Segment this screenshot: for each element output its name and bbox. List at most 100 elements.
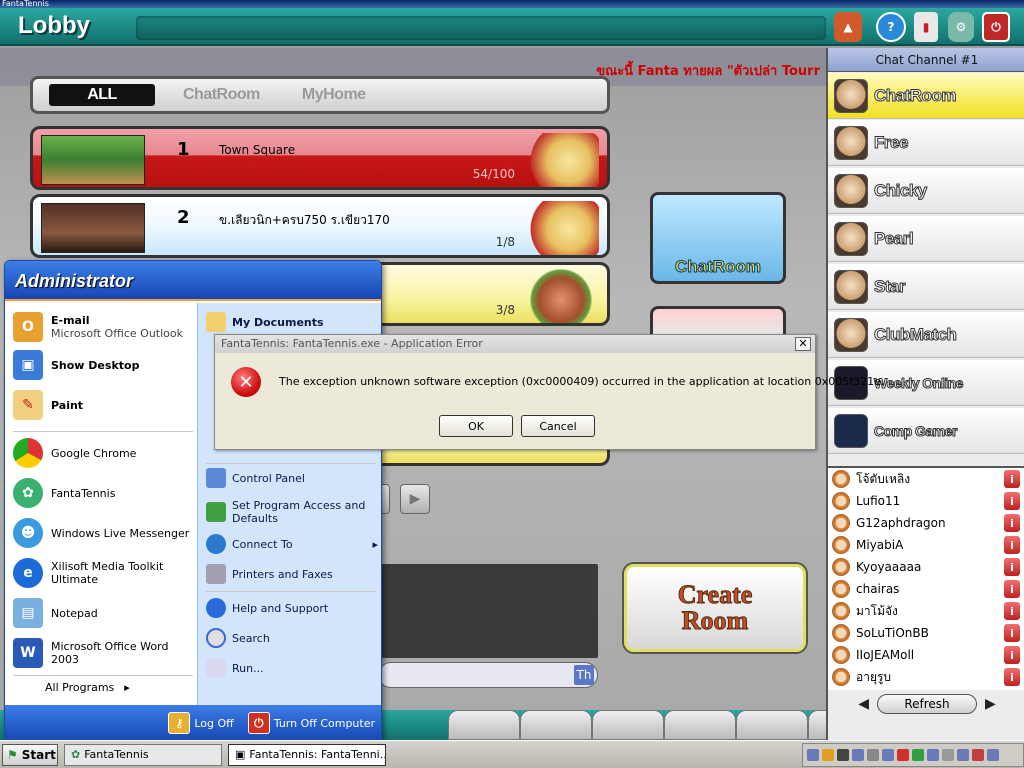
- help-icon[interactable]: ?: [876, 12, 906, 42]
- taskbar-item-fantatennis[interactable]: ✿ FantaTennis: [64, 743, 222, 766]
- start-item-title: Show Desktop: [51, 358, 140, 372]
- tab-myhome[interactable]: MyHome: [288, 84, 380, 106]
- network-icon[interactable]: [867, 749, 879, 761]
- start-item-email[interactable]: O E-mail Microsoft Office Outlook: [13, 309, 197, 345]
- tray-icon[interactable]: [957, 749, 969, 761]
- start-item-messenger[interactable]: ☻ Windows Live Messenger: [13, 515, 197, 551]
- user-info-icon[interactable]: i: [1004, 624, 1020, 642]
- user-avatar-icon: [832, 668, 850, 686]
- megaphone-icon[interactable]: ▲: [834, 12, 862, 42]
- user-info-icon[interactable]: i: [1004, 558, 1020, 576]
- user-row[interactable]: MiyabiA i: [828, 534, 1024, 556]
- channel-item-free[interactable]: Free: [828, 120, 1024, 166]
- start-item-printers[interactable]: Printers and Faxes: [206, 561, 378, 587]
- user-row[interactable]: G12aphdragon i: [828, 512, 1024, 534]
- taskbar-item-error-dialog[interactable]: ▣ FantaTennis: FantaTenni...: [228, 743, 386, 766]
- user-info-icon[interactable]: i: [1004, 536, 1020, 554]
- tray-icon[interactable]: [807, 749, 819, 761]
- user-row[interactable]: โจ้ตับเหลิง i: [828, 468, 1024, 490]
- room-row[interactable]: 2 ข.เลียวนิก+ครบ750 ร.เขียว170 1/8: [30, 194, 610, 258]
- tray-icon[interactable]: [927, 749, 939, 761]
- close-icon[interactable]: ✕: [795, 337, 811, 351]
- channel-item-comp-gamer[interactable]: Comp Gamer: [828, 408, 1024, 454]
- channel-item-pearl[interactable]: Pearl: [828, 216, 1024, 262]
- myhome-button[interactable]: [650, 306, 786, 336]
- book-icon[interactable]: ▮: [914, 12, 938, 42]
- tray-icon[interactable]: [882, 749, 894, 761]
- start-item-notepad[interactable]: ▤ Notepad: [13, 595, 197, 631]
- turn-off-label: Turn Off Computer: [273, 716, 375, 730]
- power-icon[interactable]: ⏻: [982, 12, 1010, 42]
- card-icon[interactable]: [664, 710, 736, 740]
- user-row[interactable]: chairas i: [828, 578, 1024, 600]
- tray-icon[interactable]: [912, 749, 924, 761]
- start-item-title: Paint: [51, 398, 84, 412]
- prev-page-icon[interactable]: ◀: [858, 696, 869, 712]
- volume-icon[interactable]: [837, 749, 849, 761]
- start-item-show-desktop[interactable]: ▣ Show Desktop: [13, 347, 197, 383]
- user-row[interactable]: มาโม้จัง i: [828, 600, 1024, 622]
- tab-chatroom[interactable]: ChatRoom: [169, 84, 274, 106]
- create-room-button[interactable]: Create Room: [624, 564, 806, 652]
- tray-icon[interactable]: [987, 749, 999, 761]
- user-info-icon[interactable]: i: [1004, 492, 1020, 510]
- start-item-xilisoft[interactable]: e Xilisoft Media Toolkit Ultimate: [13, 555, 197, 591]
- gear-icon[interactable]: ⚙: [948, 12, 974, 42]
- next-page-icon[interactable]: ▶: [985, 696, 996, 712]
- room-row[interactable]: 1 Town Square 54/100: [30, 126, 610, 190]
- channel-item-star[interactable]: Star: [828, 264, 1024, 310]
- start-item-search[interactable]: Search: [206, 625, 378, 651]
- start-item-control-panel[interactable]: Control Panel: [206, 465, 378, 491]
- user-row[interactable]: Kyoyaaaaa i: [828, 556, 1024, 578]
- user-row[interactable]: Lufio11 i: [828, 490, 1024, 512]
- chat-input[interactable]: [378, 662, 598, 688]
- user-row[interactable]: อายุรูบ i: [828, 666, 1024, 688]
- log-off-button[interactable]: ⚷ Log Off: [168, 712, 234, 734]
- pet-icon[interactable]: [448, 710, 520, 740]
- start-item-my-documents[interactable]: My Documents: [206, 309, 378, 335]
- start-item-chrome[interactable]: Google Chrome: [13, 435, 197, 471]
- chrome-icon: [13, 438, 43, 468]
- header-bar: [136, 16, 826, 40]
- channel-item-chicky[interactable]: Chicky: [828, 168, 1024, 214]
- start-item-paint[interactable]: ✎ Paint: [13, 387, 197, 423]
- page-next-button[interactable]: ▶: [400, 484, 430, 514]
- cancel-button[interactable]: Cancel: [521, 415, 595, 437]
- gift-icon[interactable]: [592, 710, 664, 740]
- tray-icon[interactable]: [852, 749, 864, 761]
- user-avatar-icon: [832, 646, 850, 664]
- all-programs-button[interactable]: All Programs ▸: [45, 681, 130, 694]
- user-row[interactable]: SoLuTiOnBB i: [828, 622, 1024, 644]
- refresh-button[interactable]: Refresh: [877, 694, 977, 714]
- start-item-fantatennis[interactable]: ✿ FantaTennis: [13, 475, 197, 511]
- search-icon: [206, 628, 226, 648]
- user-info-icon[interactable]: i: [1004, 668, 1020, 686]
- ok-button[interactable]: OK: [439, 415, 513, 437]
- user-avatar-icon: [832, 492, 850, 510]
- tab-all[interactable]: ALL: [49, 84, 155, 106]
- channel-item-chatroom[interactable]: ChatRoom: [828, 73, 1024, 119]
- start-item-run[interactable]: Run...: [206, 655, 378, 681]
- user-info-icon[interactable]: i: [1004, 580, 1020, 598]
- user-info-icon[interactable]: i: [1004, 470, 1020, 488]
- start-item-set-program-access[interactable]: Set Program Access and Defaults: [206, 495, 378, 529]
- tray-icon[interactable]: [942, 749, 954, 761]
- tray-icon[interactable]: [897, 749, 909, 761]
- start-item-connect-to[interactable]: Connect To ▸: [206, 531, 378, 557]
- turn-off-button[interactable]: ⏻ Turn Off Computer: [247, 712, 375, 734]
- tray-icon[interactable]: [822, 749, 834, 761]
- start-item-help[interactable]: Help and Support: [206, 595, 378, 621]
- user-row[interactable]: IIoJEAMoll i: [828, 644, 1024, 666]
- ball-icon[interactable]: [736, 710, 808, 740]
- user-info-icon[interactable]: i: [1004, 602, 1020, 620]
- shop-icon[interactable]: [520, 710, 592, 740]
- user-info-icon[interactable]: i: [1004, 514, 1020, 532]
- chatroom-button[interactable]: ChatRoom: [650, 192, 786, 284]
- start-item-word[interactable]: W Microsoft Office Word 2003: [13, 635, 197, 671]
- channel-item-clubmatch[interactable]: ClubMatch: [828, 312, 1024, 358]
- user-info-icon[interactable]: i: [1004, 646, 1020, 664]
- chat-send-button[interactable]: Th: [574, 665, 594, 685]
- start-button[interactable]: ⚑ Start: [2, 743, 58, 766]
- start-item-title: Help and Support: [232, 601, 329, 615]
- tray-icon[interactable]: [972, 749, 984, 761]
